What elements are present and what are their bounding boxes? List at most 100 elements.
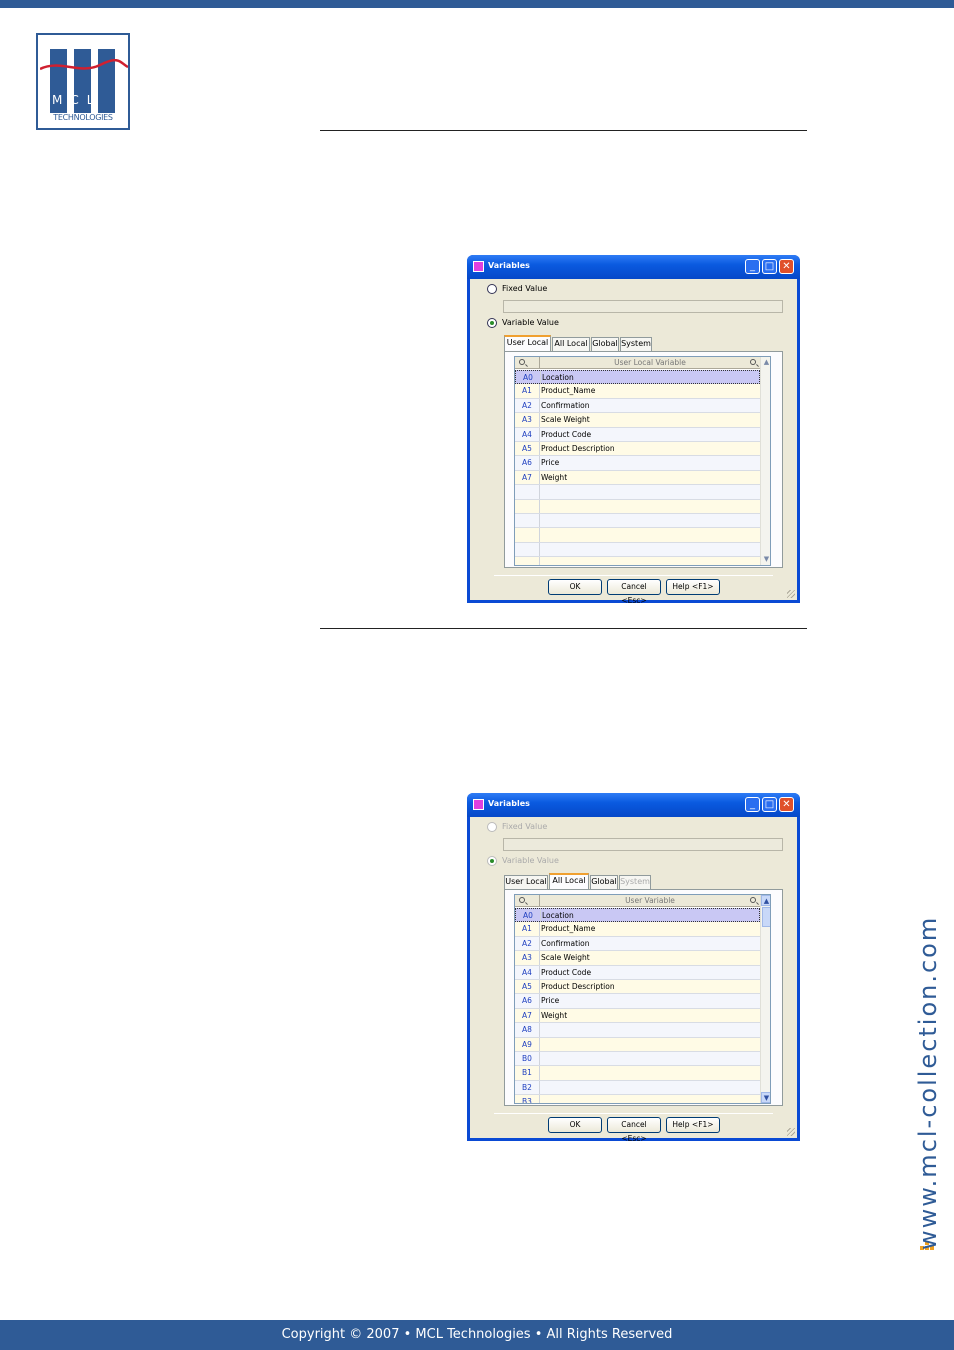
table-row[interactable]: B1 (515, 1066, 760, 1081)
ok-button[interactable]: OK (548, 1117, 602, 1133)
scroll-up-icon[interactable]: ▲ (761, 895, 770, 906)
variable-code: A3 (515, 413, 540, 427)
tab-user-local[interactable]: User Local (504, 335, 551, 352)
dialog-client: Fixed Value Variable Value User Local Al… (470, 279, 797, 605)
table-row[interactable]: A5 Product Description (515, 979, 760, 995)
table-row[interactable]: B3 (515, 1095, 760, 1103)
title-bar[interactable]: Variables _ □ ✕ (467, 255, 800, 279)
search-icon (519, 359, 525, 365)
key-column-header[interactable] (515, 895, 540, 907)
tab-user-local[interactable]: User Local (504, 875, 548, 889)
variable-code: A5 (515, 979, 540, 994)
key-column-header[interactable] (515, 357, 540, 369)
variable-name: Weight (541, 472, 568, 482)
table-row[interactable]: A3 Scale Weight (515, 951, 760, 966)
minimize-button[interactable]: _ (745, 797, 760, 812)
table-row[interactable]: A8 (515, 1023, 760, 1038)
scroll-thumb[interactable] (762, 907, 770, 927)
resize-grip-icon[interactable] (787, 590, 795, 598)
variable-name: Location (542, 911, 574, 920)
variable-grid[interactable]: User Variable A0 Location A1 Product_Name A2… (514, 894, 771, 1104)
mcl-logo: MCL TECHNOLOGIES (36, 33, 130, 130)
fixed-value-label: Fixed Value (502, 822, 548, 831)
table-row[interactable] (515, 542, 760, 558)
table-row[interactable]: B0 (515, 1051, 760, 1067)
grid-rows: A0 Location A1 Product_Name A2 Confirmation A3… (515, 908, 760, 1103)
table-row[interactable]: A9 (515, 1037, 760, 1052)
variable-code: A5 (515, 441, 540, 456)
variable-name: Weight (541, 1010, 568, 1020)
table-row[interactable] (515, 528, 760, 543)
resize-grip-icon[interactable] (787, 1128, 795, 1136)
maximize-button[interactable]: □ (762, 259, 777, 274)
variable-name: Confirmation (541, 938, 590, 948)
tab-global[interactable]: Global (590, 875, 618, 889)
grid-rows: A0 Location A1 Product_Name A2 Confirmation A3… (515, 370, 760, 565)
table-row[interactable]: A6 Price (515, 994, 760, 1009)
tab-system[interactable]: System (620, 337, 652, 351)
table-row[interactable] (515, 485, 760, 500)
table-row[interactable] (515, 513, 760, 529)
help-button[interactable]: Help <F1> (666, 1117, 720, 1133)
tab-all-local[interactable]: All Local (552, 337, 590, 351)
app-icon (473, 799, 484, 810)
divider (320, 628, 807, 629)
variable-name: Product Code (541, 967, 592, 977)
table-row[interactable]: A6 Price (515, 456, 760, 471)
table-row[interactable]: A5 Product Description (515, 441, 760, 457)
table-row[interactable]: A4 Product Code (515, 965, 760, 980)
variable-grid[interactable]: User Local Variable A0 Location A1 Product_… (514, 356, 771, 566)
cancel-button[interactable]: Cancel <Esc> (607, 1117, 661, 1143)
tab-all-local[interactable]: All Local (549, 873, 589, 890)
table-row[interactable]: A2 Confirmation (515, 936, 760, 952)
separator (494, 575, 773, 576)
scroll-up-icon[interactable]: ▲ (761, 357, 770, 368)
variable-value-radio (487, 856, 497, 866)
title-bar[interactable]: Variables _ □ ✕ (467, 793, 800, 817)
variable-code: A3 (515, 951, 540, 965)
column-header[interactable]: User Local Variable (541, 358, 759, 367)
fixed-value-radio[interactable] (487, 284, 497, 294)
minimize-button[interactable]: _ (745, 259, 760, 274)
table-row[interactable]: A1 Product_Name (515, 384, 760, 399)
variable-value-label[interactable]: Variable Value (502, 318, 559, 327)
ok-button[interactable]: OK (548, 579, 602, 595)
table-row[interactable] (515, 499, 760, 514)
variable-code: A6 (515, 456, 540, 470)
cancel-button[interactable]: Cancel <Esc> (607, 579, 661, 605)
variable-code: A1 (515, 384, 540, 398)
search-icon[interactable] (750, 897, 756, 903)
table-row[interactable]: A7 Weight (515, 470, 760, 486)
close-button[interactable]: ✕ (779, 259, 794, 274)
table-row[interactable]: B2 (515, 1080, 760, 1096)
column-header[interactable]: User Variable (541, 896, 759, 905)
fixed-value-field[interactable] (503, 300, 783, 313)
website-url: www.mcl-collection.com (914, 915, 942, 1250)
search-icon[interactable] (750, 359, 756, 365)
fixed-value-label[interactable]: Fixed Value (502, 284, 547, 293)
table-row[interactable] (515, 557, 760, 565)
table-row[interactable]: A0 Location (515, 908, 760, 923)
variable-code: A8 (515, 1023, 540, 1037)
dialog-client: Fixed Value Variable Value User Local Al… (470, 817, 797, 1143)
close-button[interactable]: ✕ (779, 797, 794, 812)
tab-global[interactable]: Global (591, 337, 619, 351)
table-row[interactable]: A1 Product_Name (515, 922, 760, 937)
variable-code: A9 (515, 1037, 540, 1051)
scroll-down-icon[interactable]: ▼ (761, 1092, 770, 1103)
variable-name: Product_Name (541, 386, 596, 396)
scroll-down-icon[interactable]: ▼ (761, 554, 770, 565)
table-row[interactable]: A0 Location (515, 370, 760, 385)
vertical-scrollbar[interactable]: ▲ ▼ (760, 895, 770, 1103)
table-row[interactable]: A4 Product Code (515, 427, 760, 442)
tab-system: System (619, 875, 651, 889)
variable-value-radio[interactable] (487, 318, 497, 328)
table-row[interactable]: A7 Weight (515, 1008, 760, 1024)
maximize-button[interactable]: □ (762, 797, 777, 812)
table-row[interactable]: A2 Confirmation (515, 398, 760, 414)
help-button[interactable]: Help <F1> (666, 579, 720, 595)
table-row[interactable]: A3 Scale Weight (515, 413, 760, 428)
variable-name: Price (541, 996, 560, 1006)
variable-code: A7 (515, 470, 540, 485)
vertical-scrollbar[interactable]: ▲ ▼ (760, 357, 770, 565)
